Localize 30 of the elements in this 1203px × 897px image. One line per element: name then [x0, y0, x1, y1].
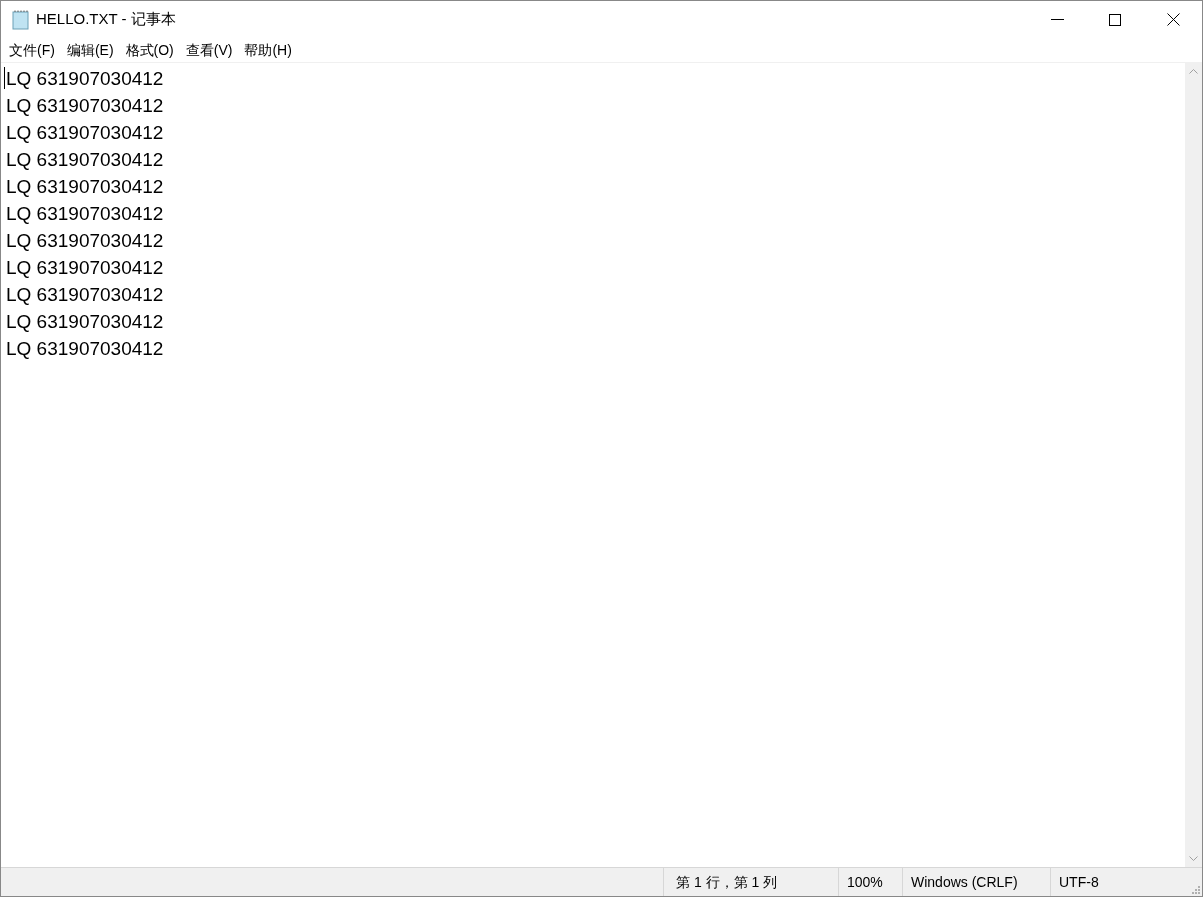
minimize-icon [1050, 18, 1064, 21]
zoom-level: 100% [847, 872, 883, 892]
line-ending: Windows (CRLF) [911, 872, 1018, 892]
text-line: LQ 631907030412 [6, 121, 164, 145]
text-line: LQ 631907030412 [6, 202, 164, 226]
maximize-icon [1109, 13, 1121, 26]
text-line: LQ 631907030412 [6, 94, 164, 118]
text-line: LQ 631907030412 [6, 310, 164, 334]
text-line: LQ 631907030412 [6, 256, 164, 280]
menu-item[interactable]: 查看(V) [179, 39, 239, 61]
menu-item[interactable]: 文件(F) [3, 39, 61, 61]
text-line: LQ 631907030412 [6, 229, 164, 253]
menu-item[interactable]: 编辑(E) [60, 39, 120, 61]
text-line: LQ 631907030412 [6, 67, 164, 91]
notepad-icon [12, 9, 30, 30]
text-cursor [4, 67, 5, 89]
text-line: LQ 631907030412 [6, 337, 164, 361]
vertical-scrollbar[interactable] [1185, 63, 1202, 867]
menu-item[interactable]: 格式(O) [119, 39, 180, 61]
text-line: LQ 631907030412 [6, 283, 164, 307]
resize-grip-icon[interactable] [1190, 884, 1200, 894]
scroll-down-icon[interactable] [1189, 856, 1198, 861]
scroll-up-icon[interactable] [1189, 69, 1198, 74]
text-line: LQ 631907030412 [6, 148, 164, 172]
text-line: LQ 631907030412 [6, 175, 164, 199]
menu-item[interactable]: 帮助(H) [238, 39, 298, 61]
window-title: HELLO.TXT - 记事本 [36, 9, 176, 30]
encoding: UTF-8 [1059, 872, 1099, 892]
cursor-position: 第 1 行，第 1 列 [676, 872, 778, 892]
close-icon [1166, 13, 1180, 26]
